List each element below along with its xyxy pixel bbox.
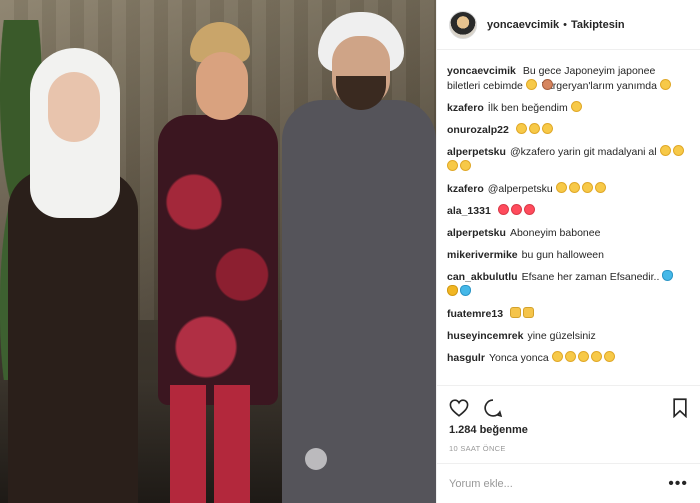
comment-username[interactable]: mikerivermike xyxy=(447,249,518,261)
face-grin-icon xyxy=(570,101,582,112)
face-grin-icon xyxy=(581,182,593,193)
comment-row: kzafero İlk ben beğendim xyxy=(447,101,688,116)
hand-thumbs-up-icon xyxy=(522,307,534,318)
face-grin-icon xyxy=(541,123,553,134)
photo-watermark xyxy=(305,448,327,470)
comment-text: Efsane her zaman Efsanedir.. xyxy=(521,271,660,283)
face-grin-icon xyxy=(594,182,606,193)
bookmark-icon[interactable] xyxy=(672,398,688,418)
face-grin-icon xyxy=(659,145,671,156)
header-separator: • xyxy=(563,18,568,31)
comment-username[interactable]: hasgulr xyxy=(447,352,485,364)
face-grin-icon xyxy=(528,123,540,134)
header-username[interactable]: yoncaevcimik xyxy=(487,19,559,31)
post-modal: yoncaevcimik • Takiptesin yoncaevcimik B… xyxy=(0,0,700,503)
avatar[interactable] xyxy=(449,10,477,39)
face-sweat-smile-icon xyxy=(659,79,671,90)
comment-row: mikerivermike bu gun halloween xyxy=(447,248,688,263)
comment-text: Yonca yonca xyxy=(488,352,549,364)
face-grin-icon xyxy=(515,123,527,134)
caption: yoncaevcimik Bu gece Japoneyim japonee b… xyxy=(447,64,688,94)
face-kiss-icon xyxy=(551,351,563,362)
face-kiss-icon xyxy=(564,351,576,362)
comments-list: yoncaevcimik Bu gece Japoneyim japonee b… xyxy=(437,50,700,385)
more-options-icon[interactable]: ••• xyxy=(668,475,688,493)
comment-input[interactable] xyxy=(449,477,669,490)
comment-username[interactable]: kzafero xyxy=(447,102,484,114)
post-photo[interactable] xyxy=(0,0,436,503)
comment-username[interactable]: alperpetsku xyxy=(447,146,506,158)
person-left-face xyxy=(48,72,100,142)
comment-text: @kzafero yarin git madalyani al xyxy=(509,146,657,158)
post-header: yoncaevcimik • Takiptesin xyxy=(437,0,700,50)
comment-row: onurozalp22 xyxy=(447,123,688,138)
person-raising-hand-icon xyxy=(541,79,553,90)
comment-text: Aboneyim babonee xyxy=(509,227,601,239)
add-comment-bar: ••• xyxy=(437,463,700,503)
comment-row: alperpetsku Aboneyim babonee xyxy=(447,226,688,241)
comment-row: fuatemre13 xyxy=(447,307,688,322)
heart-icon[interactable] xyxy=(449,399,469,417)
comment-row: can_akbulutlu Efsane her zaman Efsanedir.… xyxy=(447,270,688,300)
heart-blue-icon xyxy=(662,270,674,281)
hand-thumbs-up-icon xyxy=(509,307,521,318)
caption-username[interactable]: yoncaevcimik xyxy=(447,65,516,77)
face-heart-eyes-icon xyxy=(497,204,509,215)
comment-row: ala_1331 xyxy=(447,204,688,219)
comment-icon[interactable] xyxy=(483,398,503,418)
comment-text: bu gun halloween xyxy=(521,249,604,261)
heart-blue-icon xyxy=(460,285,471,296)
post-sidebar: yoncaevcimik • Takiptesin yoncaevcimik B… xyxy=(436,0,700,503)
person-center-boots xyxy=(170,385,250,503)
face-heart-eyes-icon xyxy=(523,204,535,215)
likes-count[interactable]: 1.284 beğenme xyxy=(449,424,688,436)
action-icons xyxy=(449,394,688,422)
face-kiss-icon xyxy=(577,351,589,362)
post-actions: 1.284 beğenme 10 SAAT ÖNCE xyxy=(437,385,700,453)
face-grin-icon xyxy=(460,160,471,171)
comment-username[interactable]: onurozalp22 xyxy=(447,124,509,136)
comment-username[interactable]: can_akbulutlu xyxy=(447,271,518,283)
person-center-dress xyxy=(158,115,278,405)
heart-gold-icon xyxy=(447,285,458,296)
face-heart-eyes-icon xyxy=(510,204,522,215)
comment-row: huseyincemrek yine güzelsiniz xyxy=(447,329,688,344)
comment-text: @alperpetsku xyxy=(487,183,553,195)
face-grin-icon xyxy=(672,145,684,156)
comment-row: kzafero @alperpetsku xyxy=(447,182,688,197)
face-kiss-icon xyxy=(603,351,615,362)
face-grin-icon xyxy=(555,182,567,193)
comment-row: alperpetsku @kzafero yarin git madalyani … xyxy=(447,145,688,175)
person-center-face xyxy=(196,52,248,120)
person-right-body xyxy=(282,100,436,503)
comment-username[interactable]: kzafero xyxy=(447,183,484,195)
comment-text: İlk ben beğendim xyxy=(487,102,568,114)
face-kiss-icon xyxy=(590,351,602,362)
person-left-body xyxy=(8,170,138,503)
comment-row: hasgulr Yonca yonca xyxy=(447,351,688,366)
comment-text: yine güzelsiniz xyxy=(527,330,596,342)
comment-username[interactable]: ala_1331 xyxy=(447,205,491,217)
following-button[interactable]: Takiptesin xyxy=(571,19,625,31)
comment-username[interactable]: huseyincemrek xyxy=(447,330,523,342)
face-grin-icon xyxy=(568,182,580,193)
face-grin-icon xyxy=(447,160,458,171)
post-time: 10 SAAT ÖNCE xyxy=(449,444,506,453)
face-tongue-icon xyxy=(525,79,537,90)
caption-text-2: Targeryan'larım yanımda xyxy=(541,80,657,92)
comment-username[interactable]: fuatemre13 xyxy=(447,308,503,320)
comment-username[interactable]: alperpetsku xyxy=(447,227,506,239)
